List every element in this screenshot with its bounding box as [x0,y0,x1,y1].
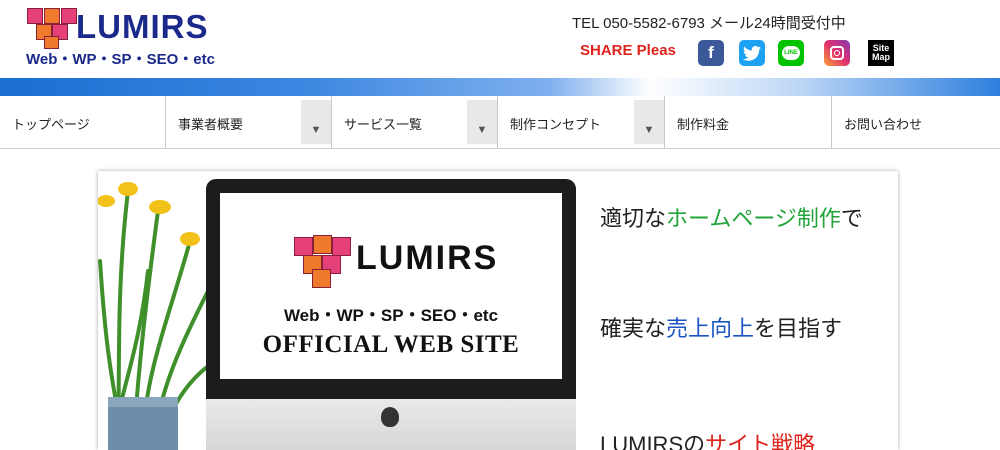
dropdown-arrow-icon[interactable]: ▼ [467,100,497,144]
tagline-highlight: サイト戦略 [705,432,816,450]
site-header: LUMIRS Web・WP・SP・SEO・etc TEL 050-5582-67… [0,0,1000,78]
nav-label: サービス一覧 [344,117,423,132]
nav-label: 制作コンセプト [510,117,602,132]
facebook-glyph: f [708,43,714,62]
logo-subtitle: Web・WP・SP・SEO・etc [26,51,215,68]
nav-label: 事業者概要 [178,117,244,132]
nav-item-contact[interactable]: お問い合わせ [832,96,1000,148]
screen-official-text: OFFICIAL WEB SITE [262,331,520,358]
dropdown-arrow-icon[interactable]: ▼ [301,100,331,144]
instagram-camera-icon [830,46,844,60]
nav-label: 制作料金 [677,117,730,132]
tagline-text: LUMIRSの [600,432,706,450]
twitter-bird-icon [743,45,761,61]
line-icon[interactable]: LINE [778,40,804,66]
hero-banner: LUMIRS Web・WP・SP・SEO・etc OFFICIAL WEB SI… [98,171,898,450]
nav-item-top[interactable]: トップページ [0,96,166,148]
share-label: SHARE Pleas [580,42,676,59]
tagline-text: で [840,206,863,231]
apple-logo-icon [381,407,399,427]
dropdown-arrow-icon[interactable]: ▼ [634,100,664,144]
nav-item-services[interactable]: サービス一覧 ▼ [332,96,498,148]
screen-logo-cubes-icon [290,233,351,288]
tagline-text: 適切な [600,206,667,231]
instagram-icon[interactable] [824,40,850,66]
nav-item-company[interactable]: 事業者概要 ▼ [166,96,332,148]
tagline-text: 確実な [600,316,667,341]
sitemap-icon[interactable]: Site Map [868,40,894,66]
screen-logo-title: LUMIRS [356,239,499,277]
nav-item-pricing[interactable]: 制作料金 [665,96,832,148]
facebook-icon[interactable]: f [698,40,724,66]
imac-chin [206,399,576,450]
line-bubble: LINE [782,46,800,60]
site-logo[interactable]: LUMIRS Web・WP・SP・SEO・etc [24,6,234,68]
nav-label: トップページ [12,117,90,132]
header-gradient-bar [0,78,1000,96]
logo-title: LUMIRS [76,8,209,45]
nav-label: お問い合わせ [844,117,923,132]
nav-item-concept[interactable]: 制作コンセプト ▼ [498,96,665,148]
contact-tel: TEL 050-5582-6793 メール24時間受付中 [572,15,846,32]
hero-tagline-1: 適切なホームページ制作で [600,201,863,233]
imac-screen: LUMIRS Web・WP・SP・SEO・etc OFFICIAL WEB SI… [220,193,562,379]
tagline-text: を目指す [754,316,843,341]
hero-tagline-3: LUMIRSのサイト戦略 [600,427,815,450]
screen-logo: LUMIRS [290,233,510,288]
hero-tagline-2: 確実な売上向上を目指す [600,311,842,343]
twitter-icon[interactable] [739,40,765,66]
tagline-highlight: 売上向上 [666,316,755,341]
tagline-highlight: ホームページ制作 [666,206,841,231]
logo-cubes-icon [24,6,77,50]
sitemap-bottom-text: Map [872,52,890,62]
daffodil-plant-image [98,182,218,450]
screen-subtitle: Web・WP・SP・SEO・etc [283,306,499,325]
imac-display-image: LUMIRS Web・WP・SP・SEO・etc OFFICIAL WEB SI… [206,179,576,450]
main-nav: トップページ 事業者概要 ▼ サービス一覧 ▼ 制作コンセプト ▼ 制作料金 お… [0,96,1000,149]
